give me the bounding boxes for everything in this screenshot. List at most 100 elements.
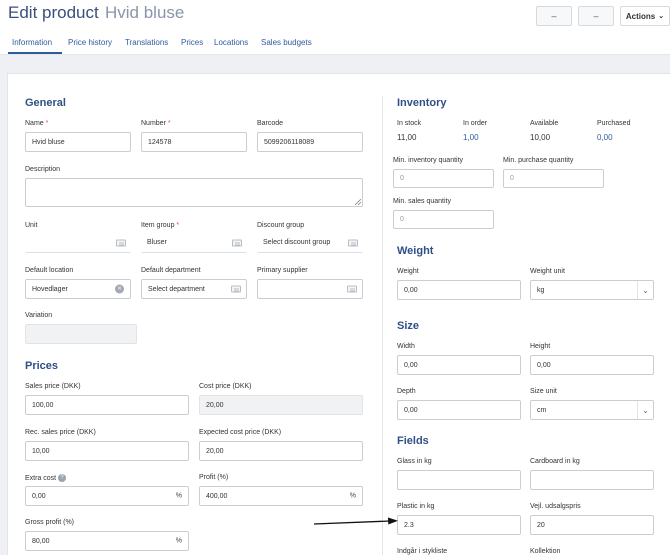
- tab-translations[interactable]: Translations: [125, 38, 168, 47]
- extra-cost-label: Extra cost ?: [25, 474, 67, 482]
- cost-price-input: 20,00: [199, 395, 363, 415]
- default-location-select[interactable]: Hovedlager ×: [25, 279, 131, 299]
- column-divider: [382, 96, 383, 555]
- percent-suffix: %: [349, 492, 356, 500]
- in-order-link[interactable]: 1,00: [463, 133, 479, 142]
- height-input[interactable]: 0,00: [530, 355, 654, 375]
- extra-cost-input[interactable]: 0,00%: [25, 486, 189, 506]
- size-heading: Size: [397, 320, 420, 332]
- general-heading: General: [25, 97, 66, 109]
- inventory-heading: Inventory: [397, 97, 447, 109]
- prices-heading: Prices: [25, 360, 59, 372]
- fields-heading: Fields: [397, 435, 429, 447]
- item-group-label: Item group *: [141, 222, 180, 229]
- rec-sales-price-label: Rec. sales price (DKK): [25, 429, 96, 436]
- height-label: Height: [530, 343, 551, 350]
- min-purchase-label: Min. purchase quantity: [503, 157, 574, 164]
- barcode-label: Barcode: [257, 120, 284, 127]
- percent-suffix: %: [175, 492, 182, 500]
- tab-information[interactable]: Information: [12, 38, 52, 47]
- annotation-arrow: [313, 517, 398, 525]
- weight-label: Weight: [397, 268, 419, 275]
- description-textarea[interactable]: [25, 178, 363, 207]
- glass-input[interactable]: [397, 470, 521, 490]
- chevron-down-icon: ⌄: [637, 281, 653, 299]
- plastic-input[interactable]: 2.3: [397, 515, 521, 535]
- percent-suffix: %: [175, 537, 182, 545]
- purchased-link[interactable]: 0,00: [597, 133, 613, 142]
- lookup-icon[interactable]: [116, 239, 126, 246]
- in-stock-value: 11,00: [397, 133, 417, 142]
- min-inventory-input[interactable]: 0: [393, 169, 494, 188]
- tab-sales-budgets[interactable]: Sales budgets: [261, 38, 312, 47]
- vejl-input[interactable]: 20: [530, 515, 654, 535]
- discount-group-select[interactable]: Select discount group: [257, 233, 363, 253]
- purchased-label: Purchased: [597, 120, 631, 127]
- chevron-down-icon: ⌄: [637, 401, 653, 419]
- lookup-icon[interactable]: [347, 285, 357, 293]
- profit-label: Profit (%): [199, 474, 229, 481]
- variation-input: [25, 324, 137, 344]
- gross-profit-input[interactable]: 80,00%: [25, 531, 189, 551]
- expected-cost-price-label: Expected cost price (DKK): [199, 429, 282, 436]
- min-purchase-input[interactable]: 0: [503, 169, 604, 188]
- help-icon[interactable]: ?: [58, 474, 67, 482]
- header-button-1[interactable]: –: [536, 6, 572, 26]
- profit-input[interactable]: 400,00%: [199, 486, 363, 506]
- clear-icon[interactable]: ×: [115, 284, 124, 294]
- default-department-select[interactable]: Select department: [141, 279, 247, 299]
- tab-price-history[interactable]: Price history: [68, 38, 112, 47]
- tab-prices[interactable]: Prices: [181, 38, 203, 47]
- chevron-down-icon: ⌄: [658, 13, 665, 20]
- name-label: Name *: [25, 120, 49, 127]
- default-location-label: Default location: [25, 267, 74, 274]
- name-input[interactable]: Hvid bluse: [25, 132, 131, 152]
- sales-price-input[interactable]: 100,00: [25, 395, 189, 415]
- weight-input[interactable]: 0,00: [397, 280, 521, 300]
- width-input[interactable]: 0,00: [397, 355, 521, 375]
- number-input[interactable]: 124578: [141, 132, 247, 152]
- in-order-label: In order: [463, 120, 488, 127]
- lookup-icon[interactable]: [232, 239, 242, 246]
- actions-button[interactable]: Actions ⌄: [620, 6, 670, 26]
- default-department-label: Default department: [141, 267, 201, 274]
- description-label: Description: [25, 166, 61, 173]
- rec-sales-price-input[interactable]: 10,00: [25, 441, 189, 461]
- unit-label: Unit: [25, 222, 38, 229]
- size-unit-label: Size unit: [530, 388, 557, 395]
- depth-input[interactable]: 0,00: [397, 400, 521, 420]
- lookup-icon[interactable]: [231, 285, 241, 293]
- tab-bar: Information Price history Translations P…: [0, 28, 670, 55]
- min-sales-label: Min. sales quantity: [393, 198, 451, 205]
- size-unit-select[interactable]: cm ⌄: [530, 400, 654, 420]
- cardboard-label: Cardboard in kg: [530, 458, 580, 465]
- vejl-label: Vejl. udsalgspris: [530, 503, 581, 510]
- weight-unit-select[interactable]: kg ⌄: [530, 280, 654, 300]
- resize-handle-icon[interactable]: [355, 199, 361, 205]
- gross-profit-label: Gross profit (%): [25, 519, 75, 526]
- cardboard-input[interactable]: [530, 470, 654, 490]
- variation-label: Variation: [25, 312, 53, 319]
- available-value: 10,00: [530, 133, 551, 142]
- tab-locations[interactable]: Locations: [214, 38, 248, 47]
- lookup-icon[interactable]: [348, 239, 358, 246]
- primary-supplier-select[interactable]: [257, 279, 363, 299]
- primary-supplier-label: Primary supplier: [257, 267, 308, 274]
- expected-cost-price-input[interactable]: 20,00: [199, 441, 363, 461]
- in-stock-label: In stock: [397, 120, 422, 127]
- discount-group-label: Discount group: [257, 222, 305, 229]
- header-button-2[interactable]: –: [578, 6, 614, 26]
- indgaar-label: Indgår i stykliste: [397, 548, 448, 555]
- min-sales-input[interactable]: 0: [393, 210, 494, 229]
- barcode-input[interactable]: 5099206118089: [257, 132, 363, 152]
- plastic-label: Plastic in kg: [397, 503, 435, 510]
- glass-label: Glass in kg: [397, 458, 432, 465]
- item-group-select[interactable]: Bluser: [141, 233, 247, 253]
- kollektion-label: Kollektion: [530, 548, 561, 555]
- depth-label: Depth: [397, 388, 416, 395]
- weight-unit-label: Weight unit: [530, 268, 565, 275]
- cost-price-label: Cost price (DKK): [199, 383, 252, 390]
- unit-select[interactable]: [25, 233, 131, 253]
- page-title: Edit product: [8, 3, 99, 22]
- sales-price-label: Sales price (DKK): [25, 383, 81, 390]
